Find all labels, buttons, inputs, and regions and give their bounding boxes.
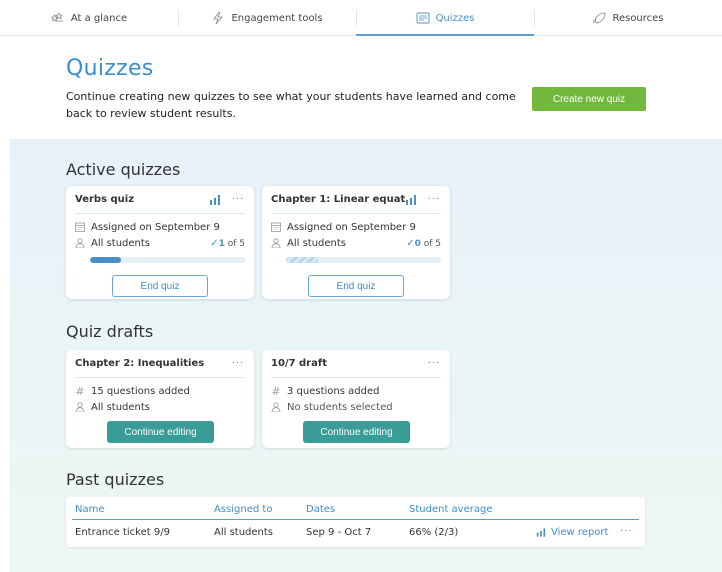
quiz-name: Chapter 1: Linear equati...: [271, 194, 405, 205]
more-options-icon[interactable]: ···: [427, 358, 441, 369]
hash-icon: #: [75, 384, 85, 398]
draft-card: 10/7 draft ··· # 3 questions added No st…: [262, 350, 450, 448]
bar-chart-icon: [536, 528, 546, 537]
end-quiz-button[interactable]: End quiz: [112, 275, 208, 297]
tab-label: At a glance: [70, 12, 128, 24]
more-options-icon[interactable]: ···: [231, 194, 245, 205]
continue-editing-button[interactable]: Continue editing: [303, 421, 410, 443]
assigned-row: Assigned on September 9: [75, 220, 245, 234]
assigned-students: All students: [91, 237, 151, 249]
user-icon: [75, 238, 85, 248]
draft-card: Chapter 2: Inequalities ··· # 15 questio…: [66, 350, 254, 448]
students-row: All students ✓1 of 5: [75, 236, 245, 250]
tab-label: Resources: [612, 12, 664, 24]
column-header-name[interactable]: Name: [75, 504, 105, 515]
completion-count: ✓0 of 5: [406, 237, 441, 249]
quiz-icon: [416, 12, 430, 24]
completion-progress-bar: [90, 257, 245, 263]
tab-engagement-tools[interactable]: Engagement tools: [178, 0, 356, 36]
cell-name: Entrance ticket 9/9: [75, 527, 170, 538]
questions-row: # 15 questions added: [75, 384, 245, 398]
completion-progress-bar: [286, 257, 441, 263]
check-icon: ✓: [406, 237, 415, 249]
progress-placeholder: [286, 257, 318, 263]
completion-count: ✓1 of 5: [210, 237, 245, 249]
calendar-icon: [75, 222, 85, 232]
students-row: No students selected: [271, 400, 441, 414]
tab-label: Quizzes: [435, 12, 475, 24]
assigned-date: Assigned on September 9: [91, 221, 220, 233]
students-row: All students ✓0 of 5: [271, 236, 441, 250]
bar-chart-icon[interactable]: [405, 194, 417, 205]
column-header-dates[interactable]: Dates: [306, 504, 335, 515]
assigned-students: All students: [287, 237, 347, 249]
more-options-icon[interactable]: ···: [620, 526, 633, 537]
card-header: 10/7 draft ···: [271, 350, 441, 378]
active-quizzes-heading: Active quizzes: [66, 160, 181, 179]
past-quizzes-table: Name Assigned to Dates Student average E…: [66, 497, 645, 547]
assigned-students: All students: [91, 401, 151, 413]
page-title: Quizzes: [66, 56, 154, 81]
hash-icon: #: [271, 384, 281, 398]
tab-resources[interactable]: Resources: [534, 0, 722, 36]
quiz-name: Verbs quiz: [75, 194, 135, 205]
active-tab-indicator: [356, 34, 534, 36]
lightning-icon: [213, 12, 224, 24]
page-description: Continue creating new quizzes to see wha…: [66, 90, 516, 120]
calendar-icon: [271, 222, 281, 232]
header-divider: [72, 519, 639, 520]
view-report-label: View report: [551, 527, 609, 538]
user-icon: [75, 402, 85, 412]
end-quiz-button[interactable]: End quiz: [308, 275, 404, 297]
continue-editing-button[interactable]: Continue editing: [107, 421, 214, 443]
check-icon: ✓: [210, 237, 219, 249]
column-header-assigned-to[interactable]: Assigned to: [214, 504, 272, 515]
rocket-icon: [593, 12, 606, 24]
card-header: Verbs quiz ···: [75, 186, 245, 214]
more-options-icon[interactable]: ···: [427, 194, 441, 205]
cell-assigned-to: All students: [214, 527, 274, 538]
past-quizzes-heading: Past quizzes: [66, 470, 165, 489]
question-count: 15 questions added: [91, 385, 190, 397]
progress-fill: [90, 257, 121, 263]
assigned-students: No students selected: [287, 401, 393, 413]
tab-quizzes[interactable]: Quizzes: [356, 0, 534, 36]
cell-dates: Sep 9 - Oct 7: [306, 527, 372, 538]
active-quiz-card: Verbs quiz ··· Assigned on September 9 A…: [66, 186, 254, 299]
active-quiz-card: Chapter 1: Linear equati... ··· Assigned…: [262, 186, 450, 299]
tab-at-a-glance[interactable]: At a glance: [0, 0, 178, 36]
quiz-drafts-heading: Quiz drafts: [66, 322, 154, 341]
top-navigation: At a glance Engagement tools Quizzes Res…: [0, 0, 722, 36]
students-row: All students: [75, 400, 245, 414]
stars-icon: [50, 12, 63, 22]
questions-row: # 3 questions added: [271, 384, 441, 398]
card-header: Chapter 1: Linear equati... ···: [271, 186, 441, 214]
draft-name: 10/7 draft: [271, 358, 327, 369]
draft-name: Chapter 2: Inequalities: [75, 358, 205, 369]
card-header: Chapter 2: Inequalities ···: [75, 350, 245, 378]
column-header-student-average[interactable]: Student average: [409, 504, 492, 515]
create-new-quiz-button[interactable]: Create new quiz: [532, 87, 646, 111]
tab-label: Engagement tools: [231, 12, 323, 24]
user-icon: [271, 402, 281, 412]
view-report-link[interactable]: View report: [536, 527, 608, 538]
user-icon: [271, 238, 281, 248]
assigned-date: Assigned on September 9: [287, 221, 416, 233]
more-options-icon[interactable]: ···: [231, 358, 245, 369]
question-count: 3 questions added: [287, 385, 380, 397]
assigned-row: Assigned on September 9: [271, 220, 441, 234]
cell-average: 66% (2/3): [409, 527, 459, 538]
bar-chart-icon[interactable]: [209, 194, 221, 205]
